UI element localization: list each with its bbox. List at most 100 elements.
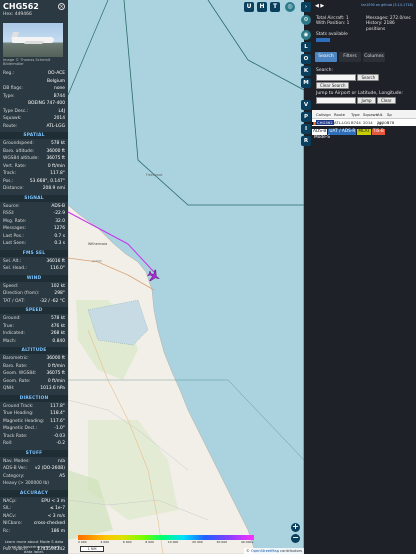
clear-button[interactable]: Clear (377, 97, 396, 104)
tab-columns[interactable]: Columns (363, 52, 385, 62)
panel-arrows-icon[interactable]: ◀ ▶ (315, 3, 324, 9)
spatial-row: Groundspeed: 578 kt (0, 140, 68, 148)
hex-value: 449466 (14, 12, 32, 17)
jump-button[interactable]: Jump (357, 97, 376, 104)
side-button-i[interactable]: I (301, 124, 311, 134)
field-value: L4J (58, 108, 65, 114)
side-button-m[interactable]: M (301, 78, 311, 88)
row-alt: 36000 (377, 120, 390, 125)
collapse-panel-icon[interactable]: › (301, 2, 311, 12)
zoom-in-button[interactable]: + (291, 523, 300, 532)
field-value: 36000 ft (46, 356, 65, 362)
tag-modes[interactable]: Mode-S (312, 135, 416, 140)
tag-uat[interactable]: UAT / ADS-R (328, 129, 357, 135)
field-value: 0 ft/min (47, 163, 65, 169)
search-button[interactable]: Search (357, 74, 380, 81)
spatial-row: Distance: 208.9 nmi (0, 185, 68, 193)
signal-row: Last Seen: 0.3 s (0, 240, 68, 248)
field-label: Source: (3, 203, 20, 209)
side-button-p[interactable]: P (301, 112, 311, 122)
map-toggle-u-button[interactable]: U (244, 2, 254, 12)
col-route[interactable]: Route (334, 110, 351, 118)
map-toggle-h-button[interactable]: H (257, 2, 267, 12)
accuracy-row: NICbaro: cross-checked (0, 520, 68, 528)
search-input[interactable] (316, 74, 356, 81)
field-value: OO-ACE (47, 71, 65, 77)
zoom-out-button[interactable]: − (291, 534, 300, 543)
layers-icon[interactable]: ◎ (285, 2, 295, 12)
field-label: ADS-B Ver.: (3, 466, 28, 472)
wind-row: Speed: 102 kt (0, 283, 68, 291)
basic-row: DB flags: none (0, 85, 68, 93)
tab-search[interactable]: Search (315, 52, 337, 62)
field-value: 208.9 nmi (42, 186, 65, 192)
settings-icon[interactable]: ⚙ (301, 15, 311, 25)
side-button-v[interactable]: V (301, 100, 311, 110)
side-button-k[interactable]: K (301, 66, 311, 76)
attribution-suffix: contributors (279, 549, 302, 553)
field-value: ATL-LGG (46, 123, 65, 129)
section-wind: WIND (0, 274, 68, 282)
field-value: 2014 (53, 116, 65, 122)
osm-link[interactable]: OpenStreetMap (251, 549, 279, 553)
field-value: EPU < 3 m (41, 498, 65, 504)
field-label: Distance: (3, 186, 24, 192)
field-value: 117.6° (50, 418, 65, 424)
field-value: -0.03 (53, 433, 65, 439)
field-label: Nav. Modes: (3, 458, 30, 464)
row-speed: 578 (387, 120, 395, 125)
col-alt[interactable]: Alt. (ft) (377, 110, 387, 126)
field-value: 0.7 s (54, 233, 65, 239)
field-label: Track Rate: (3, 433, 28, 439)
range-rings-icon[interactable]: ◉ (301, 30, 311, 40)
alt-tick: 30 000 (216, 540, 228, 544)
stuff-row: Heavy (> 300000 lb) (0, 480, 68, 488)
direction-row: Track Rate: -0.03 (0, 433, 68, 441)
tag-mlat[interactable]: MLAT (357, 129, 371, 135)
search-area: Search: Search Clear Search Jump to Airp… (316, 68, 416, 104)
accuracy-row: SIL: ≤ 1e-7 (0, 505, 68, 513)
altitude-row: QNH: 1013.6 hPa (0, 385, 68, 393)
alt-tick: 8 000 (145, 540, 154, 544)
accuracy-info: NACp: EPU < 3 m SIL: ≤ 1e-7 NACv: < 3 m/s NICb… (0, 498, 68, 536)
col-speed[interactable]: Sp (387, 110, 399, 118)
field-value: 32.0 (55, 218, 65, 224)
field-label: Msg. Rate: (3, 218, 27, 224)
field-value: BOEING 747-400 (28, 101, 65, 107)
tab-filters[interactable]: Filters (339, 52, 361, 62)
github-link[interactable]: tar1090 on github (3.14.1718) (361, 3, 413, 7)
basic-info: Reg.: OO-ACE Belgium DB flags: none Type: B744… (0, 70, 68, 130)
field-label: Indicated: (3, 331, 25, 337)
clear-search-button[interactable]: Clear Search (316, 82, 350, 89)
epoch-label: Pos. epoch: (3, 546, 29, 552)
side-button-l[interactable]: L (301, 42, 311, 52)
field-value: 578 kt (50, 316, 65, 322)
basic-row: Belgium (0, 78, 68, 86)
stats-link[interactable] (316, 38, 330, 43)
field-value: 578 kt (50, 141, 65, 147)
map-view[interactable]: Fleetwood Withernsea A1033 U H T ◎ + − 2… (68, 0, 304, 554)
col-squawk[interactable]: Squawk (363, 110, 378, 118)
tag-tisb[interactable]: TIS-B (371, 129, 385, 135)
with-position: With Position: 1 (316, 21, 350, 27)
map-toggle-t-button[interactable]: T (270, 2, 280, 12)
field-label: Heavy (> 300000 lb) (3, 481, 49, 487)
col-type[interactable]: Type (351, 110, 363, 118)
table-row[interactable]: CHG562 ATL-LGG B744 2014 36000 578 (312, 119, 416, 126)
direction-row: Ground Track: 117.8° (0, 403, 68, 411)
side-button-r[interactable]: R (301, 136, 311, 146)
col-callsign[interactable]: Callsign (316, 110, 334, 118)
field-label: True Heading: (3, 411, 34, 417)
wind-info: Speed: 102 kt Direction (from): 298° TAT / O… (0, 283, 68, 306)
jump-input[interactable] (316, 97, 356, 104)
map-attribution: © OpenStreetMap contributors (244, 548, 304, 554)
spatial-row: Baro. altitude: 36000 ft (0, 148, 68, 156)
aircraft-photo[interactable] (3, 23, 63, 57)
side-button-o[interactable]: O (301, 54, 311, 64)
field-value: 116.0° (50, 266, 65, 272)
field-label: Magnetic Decl.: (3, 426, 38, 432)
field-label: Mach: (3, 338, 17, 344)
signal-row: Last Pos.: 0.7 s (0, 233, 68, 241)
field-label: Magnetic Heading: (3, 418, 45, 424)
close-icon[interactable]: × (58, 3, 65, 10)
